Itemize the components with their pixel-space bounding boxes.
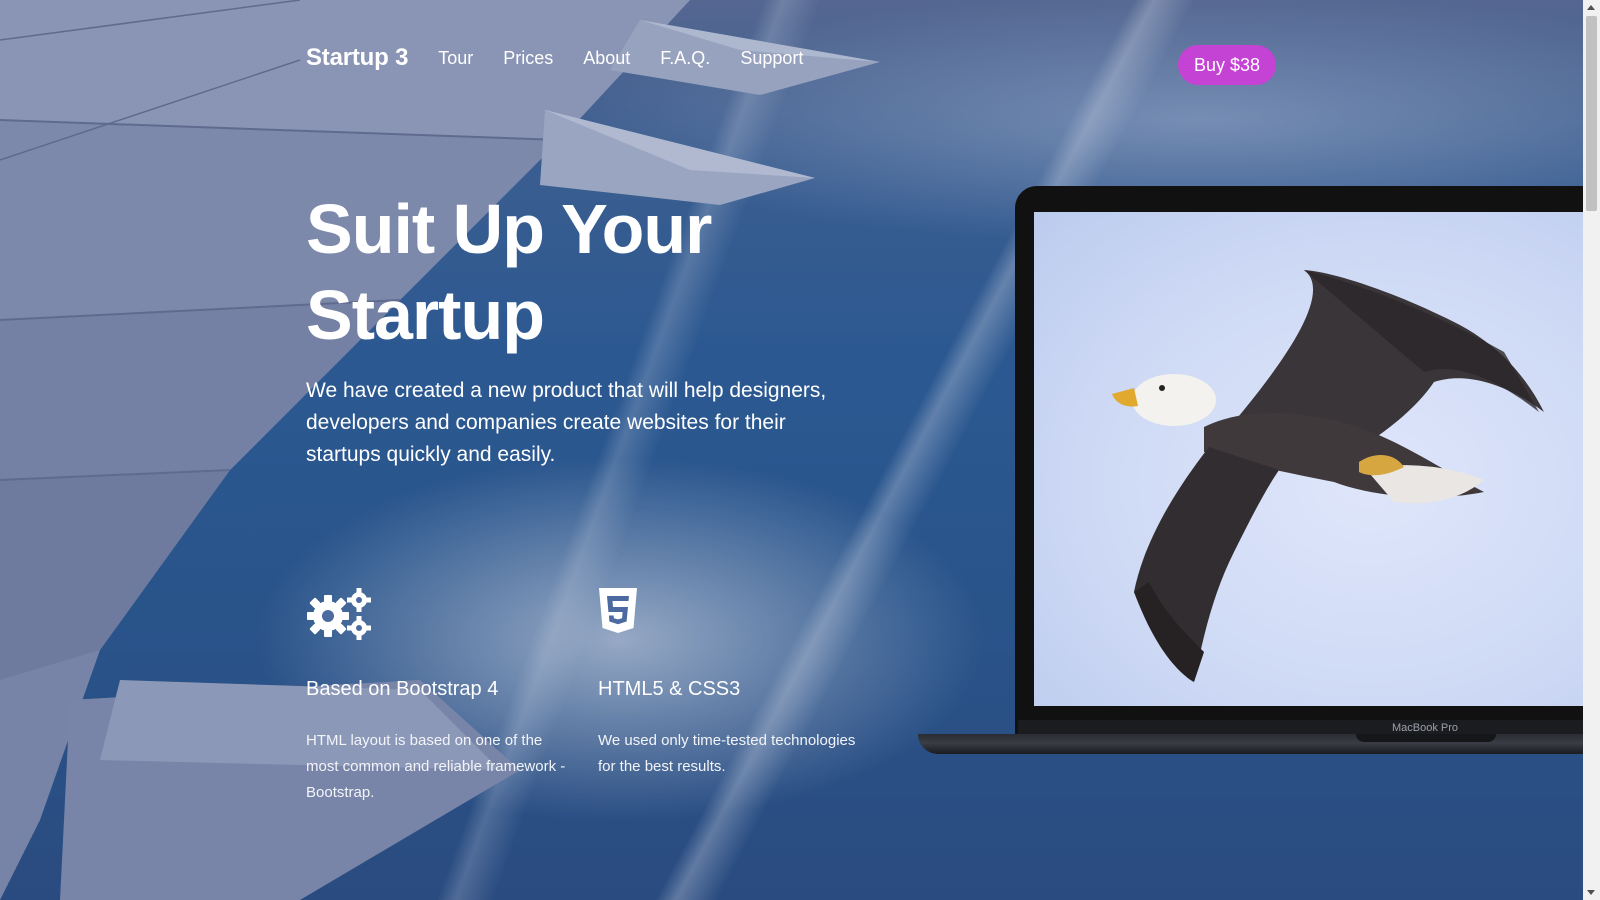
nav-link-support[interactable]: Support — [740, 48, 803, 69]
brand-logo[interactable]: Startup 3 — [306, 44, 408, 72]
buy-button[interactable]: Buy $38 — [1178, 45, 1276, 85]
hero-description: We have created a new product that will … — [306, 379, 827, 466]
hero-title: Suit Up Your Startup — [306, 186, 866, 358]
nav-link-about[interactable]: About — [583, 48, 630, 69]
gears-icon — [306, 588, 566, 640]
scroll-up-arrow-icon[interactable] — [1587, 5, 1595, 10]
bald-eagle-image — [1034, 212, 1583, 706]
laptop-model-label: MacBook Pro — [1392, 722, 1459, 734]
scroll-down-arrow-icon[interactable] — [1587, 890, 1595, 895]
hero-title-line2: Startup — [306, 276, 545, 354]
feature-bootstrap: Based on Bootstrap 4 HTML layout is base… — [306, 588, 566, 806]
laptop-notch — [1356, 734, 1496, 742]
hero-title-line1: Suit Up Your — [306, 190, 712, 268]
feature-title: Based on Bootstrap 4 — [306, 678, 499, 700]
nav-link-faq[interactable]: F.A.Q. — [660, 48, 710, 69]
top-nav: Startup 3 Tour Prices About F.A.Q. Suppo… — [306, 44, 833, 72]
laptop-hinge — [1018, 720, 1583, 734]
feature-text: We used only time-tested technologies fo… — [598, 732, 856, 775]
page-scrollbar[interactable] — [1583, 0, 1600, 900]
nav-link-prices[interactable]: Prices — [503, 48, 553, 69]
html5-icon — [598, 588, 858, 640]
feature-html5: HTML5 & CSS3 We used only time-tested te… — [598, 588, 858, 780]
feature-title: HTML5 & CSS3 — [598, 678, 741, 700]
nav-link-tour[interactable]: Tour — [438, 48, 473, 69]
scroll-thumb[interactable] — [1586, 16, 1597, 211]
feature-text: HTML layout is based on one of the most … — [306, 732, 566, 801]
laptop-mockup — [918, 186, 1583, 768]
